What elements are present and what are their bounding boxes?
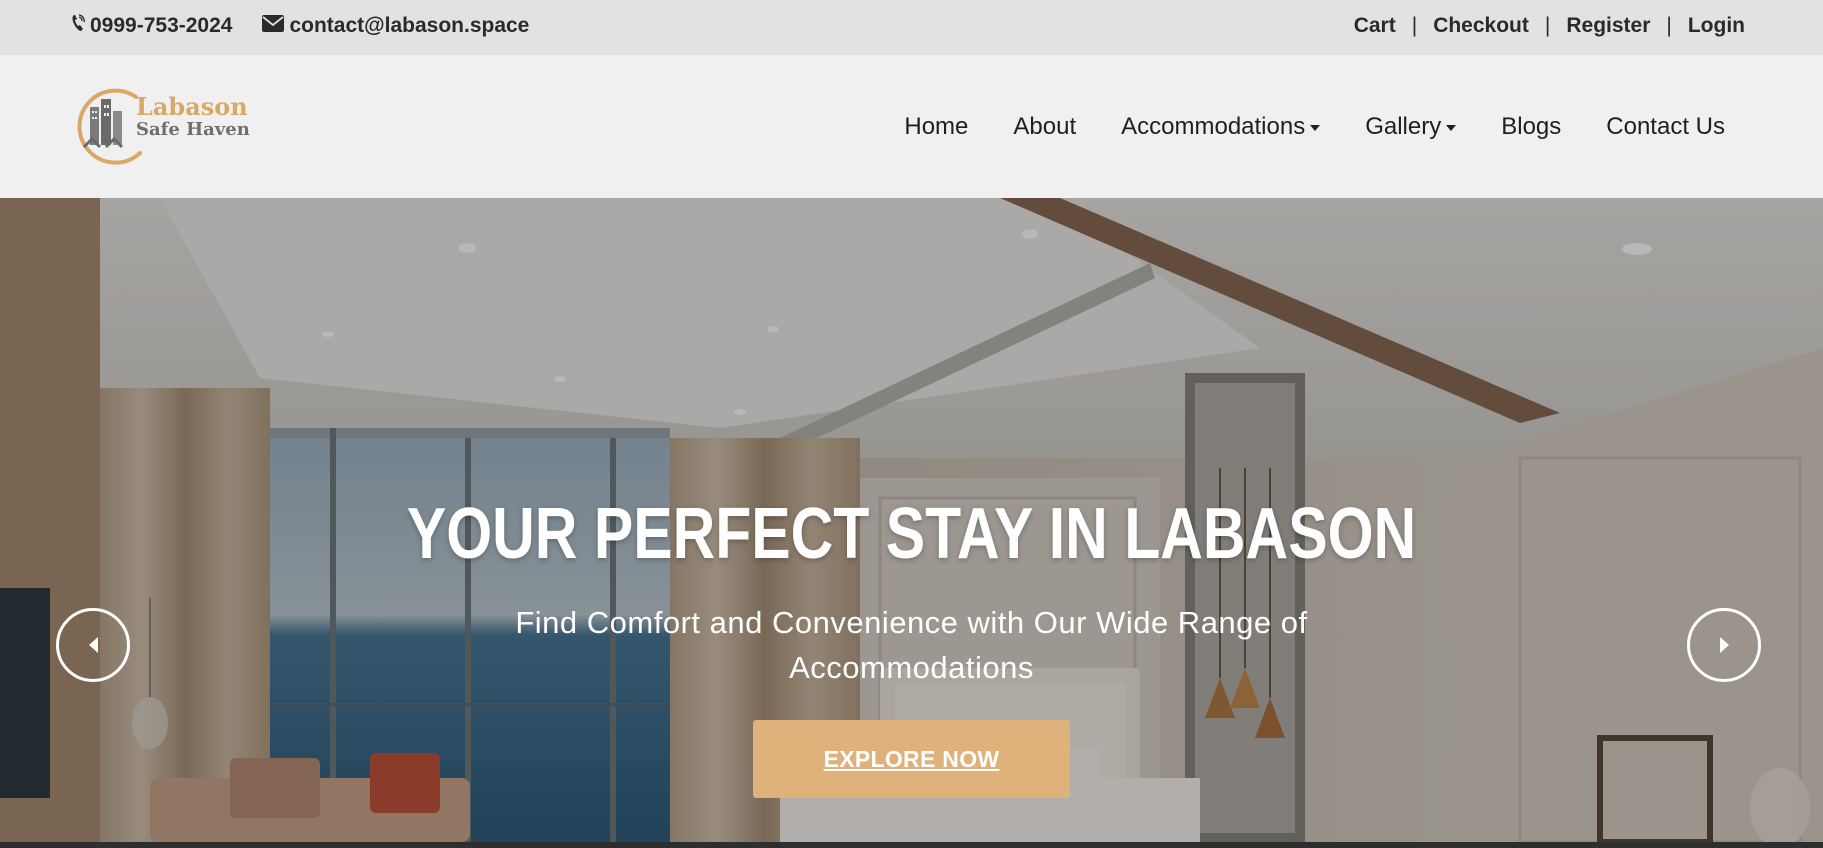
login-link[interactable]: Login — [1688, 14, 1745, 38]
contact-info: 0999-753-2024 contact@labason.space — [71, 0, 559, 52]
link-separator: | — [1411, 14, 1418, 37]
cart-link[interactable]: Cart — [1354, 14, 1396, 38]
caret-down-icon — [1446, 124, 1457, 131]
section-divider — [0, 842, 1823, 848]
phone-icon — [71, 14, 85, 38]
nav-about[interactable]: About — [1013, 113, 1076, 141]
phone-number: 0999-753-2024 — [90, 14, 233, 37]
nav-accommodations-dropdown[interactable]: Accommodations — [1121, 112, 1321, 141]
register-link[interactable]: Register — [1566, 14, 1650, 38]
nav-accommodations-label: Accommodations — [1121, 112, 1306, 140]
link-separator: | — [1544, 14, 1551, 37]
nav-blogs[interactable]: Blogs — [1501, 113, 1561, 141]
hero-title: YOUR PERFECT STAY IN LABASON — [406, 494, 1417, 574]
chevron-right-icon — [1719, 637, 1729, 653]
nav-gallery-label: Gallery — [1365, 112, 1442, 140]
nav-home[interactable]: Home — [904, 113, 968, 141]
email-contact[interactable]: contact@labason.space — [262, 14, 529, 38]
site-logo[interactable]: Labason Safe Haven — [70, 85, 250, 165]
top-bar: 0999-753-2024 contact@labason.space Cart… — [0, 0, 1823, 55]
logo-line-2: Safe Haven — [136, 119, 250, 140]
phone-contact[interactable]: 0999-753-2024 — [71, 14, 232, 38]
checkout-link[interactable]: Checkout — [1433, 14, 1529, 38]
hero-subtitle: Find Comfort and Convenience with Our Wi… — [515, 605, 1308, 685]
caret-down-icon — [1310, 124, 1321, 131]
carousel-prev-button[interactable] — [56, 608, 130, 682]
primary-nav: Home About Accommodations Gallery Blogs … — [859, 55, 1725, 198]
logo-wordmark: Labason Safe Haven — [136, 95, 250, 139]
chevron-left-icon — [88, 637, 98, 653]
nav-home-label: Home — [904, 112, 969, 140]
nav-gallery-dropdown[interactable]: Gallery — [1365, 112, 1457, 141]
logo-line-1: Labason — [136, 92, 248, 121]
email-address: contact@labason.space — [289, 14, 530, 37]
nav-about-label: About — [1013, 112, 1077, 140]
account-links: Cart | Checkout | Register | Login — [1354, 0, 1745, 52]
hero-carousel: YOUR PERFECT STAY IN LABASON Find Comfor… — [0, 198, 1823, 842]
link-separator: | — [1666, 14, 1672, 37]
carousel-next-button[interactable] — [1687, 608, 1761, 682]
nav-blogs-label: Blogs — [1501, 112, 1562, 140]
explore-now-button[interactable]: EXPLORE NOW — [753, 720, 1070, 798]
nav-contact-us-label: Contact Us — [1606, 112, 1725, 140]
nav-contact-us[interactable]: Contact Us — [1606, 113, 1725, 141]
main-navbar: Labason Safe Haven Home About Accommodat… — [0, 55, 1823, 198]
hero-content: YOUR PERFECT STAY IN LABASON Find Comfor… — [0, 498, 1823, 798]
envelope-icon — [262, 14, 285, 38]
